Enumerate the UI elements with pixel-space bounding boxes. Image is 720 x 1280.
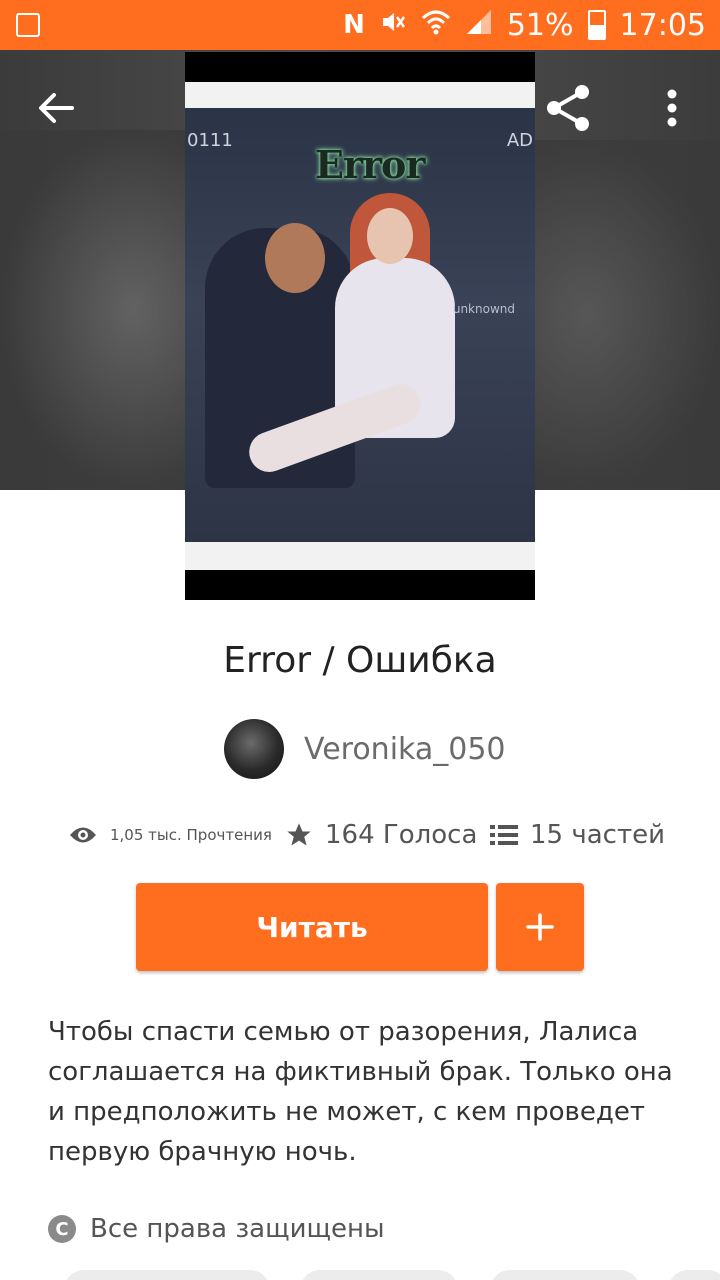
story-cover[interactable]: 0111 AD Error unknownd xyxy=(185,52,535,600)
cover-tag: unknownd xyxy=(452,302,515,316)
author-name[interactable]: Veronika_050 xyxy=(304,732,506,767)
parts-stat[interactable]: 15 частей xyxy=(490,812,665,858)
status-right: N 51% 17:05 xyxy=(343,6,706,44)
eye-icon xyxy=(70,827,96,843)
tag-pill[interactable] xyxy=(668,1270,720,1280)
arrow-left-icon xyxy=(39,93,74,123)
nfc-icon: N xyxy=(343,10,365,40)
tag-pill[interactable] xyxy=(64,1270,270,1280)
share-button[interactable] xyxy=(540,80,596,136)
battery-percent: 51% xyxy=(506,7,574,43)
plus-icon xyxy=(526,913,554,941)
reads-stat: 1,05 тыс. Прочтения xyxy=(68,812,272,858)
gallery-icon xyxy=(16,13,40,37)
mute-icon xyxy=(379,8,407,43)
cover-corner-left: 0111 xyxy=(187,130,233,151)
wifi-icon xyxy=(421,8,451,43)
tag-pill[interactable] xyxy=(490,1270,640,1280)
read-button[interactable]: Читать xyxy=(136,883,488,971)
battery-icon xyxy=(587,10,606,40)
story-title: Error / Ошибка xyxy=(223,640,497,681)
list-icon xyxy=(490,825,518,845)
clock: 17:05 xyxy=(619,7,706,43)
add-to-library-button[interactable] xyxy=(496,883,584,971)
story-stats: 1,05 тыс. Прочтения 164 Голоса 15 частей xyxy=(0,812,720,858)
votes-count: 164 Голоса xyxy=(325,820,478,850)
tag-pill[interactable] xyxy=(300,1270,458,1280)
copyright-text: Все права защищены xyxy=(90,1214,385,1244)
cover-title-art: Error xyxy=(315,142,425,187)
votes-stat: 164 Голоса xyxy=(285,812,477,858)
story-description: Чтобы спасти семью от разорения, Лалиса … xyxy=(48,1017,673,1167)
author-link[interactable]: Veronika_050 xyxy=(224,718,506,780)
avatar[interactable] xyxy=(224,719,284,779)
back-button[interactable] xyxy=(30,82,82,134)
status-bar: N 51% 17:05 xyxy=(0,0,720,50)
tag-row xyxy=(0,1268,720,1280)
copyright-notice: C Все права защищены xyxy=(48,1208,385,1250)
more-button[interactable] xyxy=(654,82,690,134)
reads-count: 1,05 тыс. Прочтения xyxy=(110,826,272,844)
star-icon xyxy=(287,823,311,846)
cover-corner-right: AD xyxy=(506,130,533,151)
copyright-icon: C xyxy=(48,1215,76,1243)
more-vertical-icon xyxy=(667,89,677,127)
signal-icon xyxy=(465,8,493,43)
parts-count: 15 частей xyxy=(530,820,665,850)
share-icon xyxy=(547,85,589,131)
